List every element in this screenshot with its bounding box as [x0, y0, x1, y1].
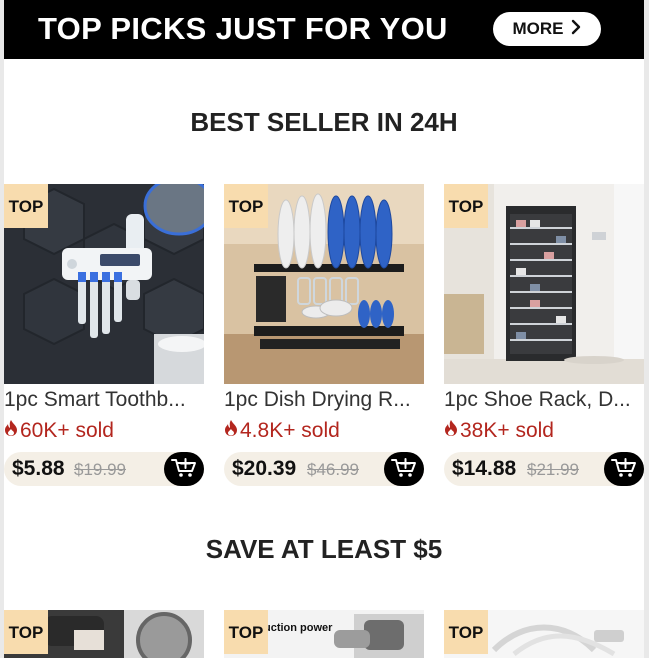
save-section-title: SAVE AT LEAST $5 — [205, 534, 443, 564]
add-to-cart-button[interactable] — [604, 452, 644, 486]
price-bar: $14.88 $21.99 — [444, 452, 644, 486]
product-card[interactable]: TOP — [444, 610, 644, 658]
top-badge: TOP — [224, 184, 268, 228]
best-seller-title: BEST SELLER IN 24H — [190, 107, 458, 137]
banner-title: TOP PICKS JUST FOR YOU — [38, 11, 448, 46]
top-badge: TOP — [224, 610, 268, 654]
price-bar: $20.39 $46.99 — [224, 452, 424, 486]
flame-icon — [444, 418, 458, 444]
sold-count: 60K+ sold — [4, 418, 114, 444]
top-badge: TOP — [4, 610, 48, 654]
sold-count: 4.8K+ sold — [224, 418, 340, 444]
sale-price: $5.88 — [12, 457, 65, 480]
product-card[interactable]: TOP 1pc Shoe Rack, D... 38K+ sold $14.88… — [444, 184, 644, 486]
product-card[interactable]: TOP 1pc Dish Drying R... 4.8K+ sold $20.… — [224, 184, 424, 486]
top-badge: TOP — [444, 184, 488, 228]
product-image[interactable]: TOP — [444, 184, 644, 384]
product-image[interactable]: TOP — [224, 184, 424, 384]
flame-icon — [224, 418, 238, 444]
add-to-cart-icon — [610, 456, 638, 483]
page: TOP PICKS JUST FOR YOU MORE BEST SELLER … — [4, 0, 644, 658]
product-title[interactable]: 1pc Smart Toothb... — [4, 387, 204, 413]
product-title[interactable]: 1pc Dish Drying R... — [224, 387, 424, 413]
sold-text: 4.8K+ sold — [240, 419, 340, 442]
chevron-right-icon — [570, 19, 582, 40]
product-card[interactable]: TOP 1pc Smart Toothb... 60K+ sold $5.88 … — [4, 184, 204, 486]
price-bar: $5.88 $19.99 — [4, 452, 204, 486]
add-to-cart-icon — [170, 456, 198, 483]
add-to-cart-icon — [390, 456, 418, 483]
original-price: $21.99 — [527, 460, 579, 479]
add-to-cart-button[interactable] — [164, 452, 204, 486]
product-card[interactable]: uction power TOP — [224, 610, 424, 658]
more-label: MORE — [512, 19, 564, 38]
product-title[interactable]: 1pc Shoe Rack, D... — [444, 387, 644, 413]
top-badge: TOP — [4, 184, 48, 228]
sale-price: $20.39 — [232, 457, 297, 480]
sold-count: 38K+ sold — [444, 418, 554, 444]
product-image[interactable]: TOP — [4, 184, 204, 384]
original-price: $46.99 — [307, 460, 359, 479]
original-price: $19.99 — [74, 460, 126, 479]
top-picks-banner[interactable]: TOP PICKS JUST FOR YOU MORE — [4, 0, 644, 59]
more-button[interactable]: MORE — [493, 12, 601, 46]
add-to-cart-button[interactable] — [384, 452, 424, 486]
sold-text: 60K+ sold — [20, 419, 114, 442]
flame-icon — [4, 418, 18, 444]
sold-text: 38K+ sold — [460, 419, 554, 442]
top-badge: TOP — [444, 610, 488, 654]
product-card[interactable]: TOP — [4, 610, 204, 658]
sale-price: $14.88 — [452, 457, 517, 480]
